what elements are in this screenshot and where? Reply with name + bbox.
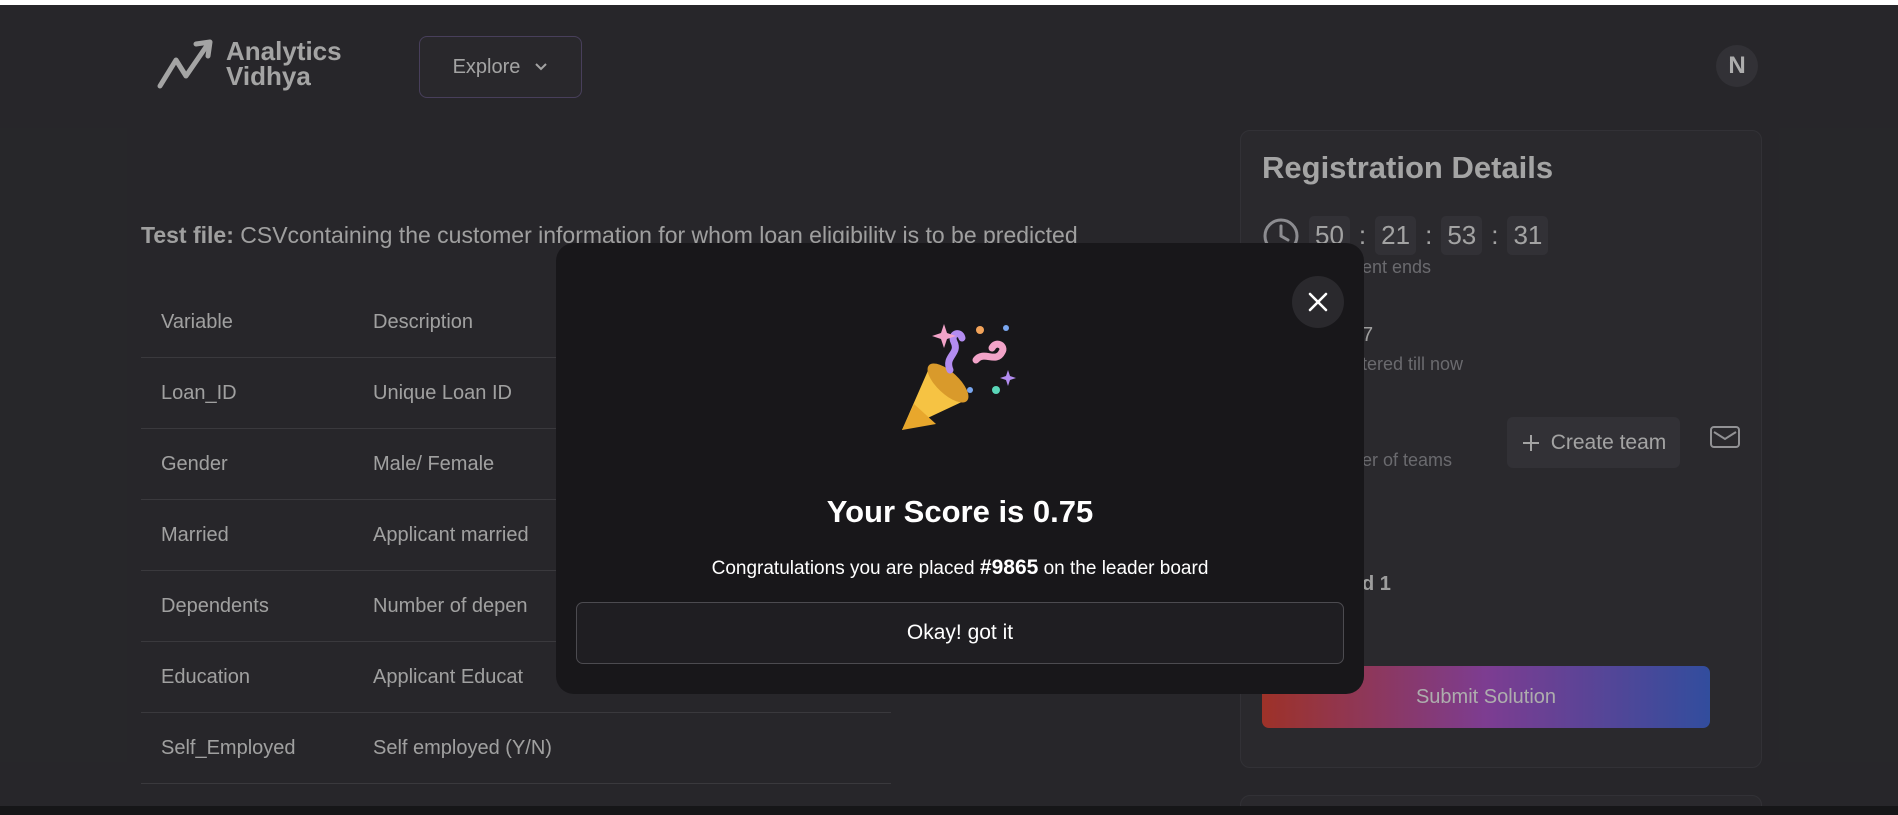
okay-label: Okay! got it bbox=[906, 621, 1014, 644]
bottom-edge bbox=[0, 806, 1898, 815]
close-button[interactable] bbox=[1292, 276, 1344, 328]
congrats-message: Congratulations you are placed #9865 on … bbox=[556, 556, 1364, 580]
leaderboard-rank: #9865 bbox=[979, 556, 1039, 579]
close-icon bbox=[1308, 292, 1328, 312]
score-heading: Your Score is 0.75 bbox=[826, 494, 1094, 529]
congrats-prefix: Congratulations you are placed bbox=[711, 558, 980, 579]
congrats-suffix: on the leader board bbox=[1038, 558, 1209, 579]
party-popper-icon bbox=[902, 324, 1016, 430]
okay-got-it-button[interactable]: Okay! got it bbox=[576, 602, 1344, 664]
